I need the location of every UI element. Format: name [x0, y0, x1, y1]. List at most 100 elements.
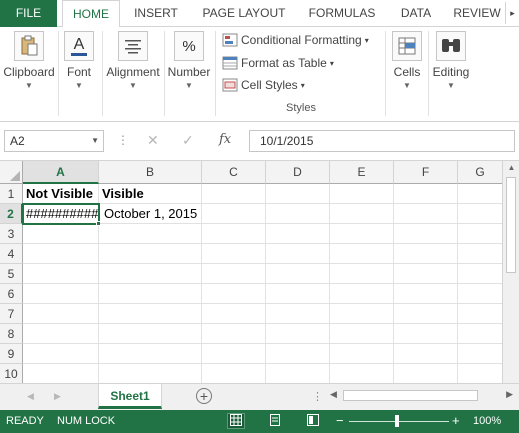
cancel-icon[interactable]: ✕ — [147, 132, 159, 149]
cell-empty[interactable] — [23, 224, 99, 244]
tab-file[interactable]: FILE — [0, 0, 57, 27]
cell-empty[interactable] — [394, 284, 458, 304]
column-header-a[interactable]: A — [23, 161, 99, 184]
cell-empty[interactable] — [394, 304, 458, 324]
tab-insert[interactable]: INSERT — [128, 0, 184, 27]
zoom-level[interactable]: 100% — [473, 415, 501, 427]
cell-empty[interactable] — [99, 284, 202, 304]
cell-a2[interactable]: ########## — [22, 203, 100, 225]
alignment-button[interactable]: Alignment ▼ — [104, 31, 162, 90]
cell-empty[interactable] — [99, 344, 202, 364]
cell-empty[interactable] — [266, 184, 330, 204]
cell-empty[interactable] — [23, 344, 99, 364]
cell-empty[interactable] — [99, 364, 202, 383]
cell-empty[interactable] — [202, 304, 266, 324]
enter-check-icon[interactable]: ✓ — [182, 132, 194, 149]
cell-empty[interactable] — [458, 224, 503, 244]
split-handle-icon[interactable]: ⋮ — [312, 390, 323, 403]
horizontal-scrollbar[interactable]: ◀ ▶ — [328, 387, 515, 405]
cell-empty[interactable] — [394, 184, 458, 204]
cell-empty[interactable] — [266, 244, 330, 264]
cell-empty[interactable] — [99, 304, 202, 324]
next-sheet-icon[interactable]: ▶ — [54, 391, 61, 402]
select-all-button[interactable] — [0, 161, 23, 184]
cell-empty[interactable] — [23, 364, 99, 383]
insert-function-icon[interactable]: fx — [219, 132, 231, 147]
cell-empty[interactable] — [458, 284, 503, 304]
tab-home[interactable]: HOME — [62, 0, 120, 28]
scroll-up-icon[interactable]: ▲ — [503, 163, 519, 172]
cells-button[interactable]: Cells ▼ — [388, 31, 426, 90]
cell-empty[interactable] — [458, 184, 503, 204]
name-box[interactable]: A2 ▼ — [4, 130, 104, 152]
column-header-g[interactable]: G — [458, 161, 503, 184]
cell-empty[interactable] — [202, 344, 266, 364]
cell-empty[interactable] — [266, 284, 330, 304]
column-header-e[interactable]: E — [330, 161, 394, 184]
conditional-formatting-button[interactable]: Conditional Formatting ▾ — [222, 30, 369, 50]
tab-data[interactable]: DATA — [392, 0, 440, 27]
cell-empty[interactable] — [394, 204, 458, 224]
number-button[interactable]: % Number ▼ — [166, 31, 212, 90]
cell-empty[interactable] — [23, 264, 99, 284]
tab-page-layout[interactable]: PAGE LAYOUT — [196, 0, 292, 27]
column-header-b[interactable]: B — [99, 161, 202, 184]
cell-empty[interactable] — [458, 324, 503, 344]
row-header-5[interactable]: 5 — [0, 264, 23, 284]
cell-empty[interactable] — [99, 324, 202, 344]
zoom-slider-thumb[interactable] — [395, 415, 399, 427]
font-button[interactable]: A Font ▼ — [60, 31, 98, 90]
cell-empty[interactable] — [458, 204, 503, 224]
cell-empty[interactable] — [99, 224, 202, 244]
cell-empty[interactable] — [394, 224, 458, 244]
previous-sheet-icon[interactable]: ◀ — [27, 391, 34, 402]
formula-input[interactable]: 10/1/2015 — [249, 130, 515, 152]
cell-empty[interactable] — [23, 304, 99, 324]
cell-empty[interactable] — [394, 244, 458, 264]
cell-empty[interactable] — [266, 204, 330, 224]
chevron-down-icon[interactable]: ▼ — [91, 131, 99, 151]
format-as-table-button[interactable]: Format as Table ▾ — [222, 53, 334, 73]
tab-formulas[interactable]: FORMULAS — [302, 0, 382, 27]
column-header-c[interactable]: C — [202, 161, 266, 184]
column-header-d[interactable]: D — [266, 161, 330, 184]
page-layout-view-icon[interactable] — [266, 413, 284, 429]
vertical-scrollbar[interactable]: ▲ — [502, 161, 519, 383]
cell-empty[interactable] — [202, 264, 266, 284]
cell-styles-button[interactable]: Cell Styles ▾ — [222, 75, 305, 95]
row-header-4[interactable]: 4 — [0, 244, 23, 264]
cell-empty[interactable] — [202, 244, 266, 264]
cell-empty[interactable] — [330, 304, 394, 324]
cell-empty[interactable] — [330, 324, 394, 344]
cell-empty[interactable] — [266, 364, 330, 383]
cell-empty[interactable] — [202, 364, 266, 383]
cell-empty[interactable] — [330, 364, 394, 383]
cell-empty[interactable] — [266, 344, 330, 364]
cell-empty[interactable] — [266, 224, 330, 244]
zoom-slider[interactable] — [349, 421, 449, 422]
scroll-left-icon[interactable]: ◀ — [330, 389, 337, 400]
horizontal-scroll-thumb[interactable] — [343, 390, 478, 401]
row-header-7[interactable]: 7 — [0, 304, 23, 324]
cell-empty[interactable] — [330, 184, 394, 204]
row-header-8[interactable]: 8 — [0, 324, 23, 344]
row-header-10[interactable]: 10 — [0, 364, 23, 383]
cell-empty[interactable] — [394, 344, 458, 364]
row-header-3[interactable]: 3 — [0, 224, 23, 244]
cell-empty[interactable] — [202, 224, 266, 244]
cell-empty[interactable] — [394, 364, 458, 383]
add-sheet-icon[interactable]: + — [196, 388, 212, 404]
normal-view-icon[interactable] — [227, 413, 245, 429]
row-header-1[interactable]: 1 — [0, 184, 23, 204]
column-header-f[interactable]: F — [394, 161, 458, 184]
cell-a1[interactable]: Not Visible — [23, 184, 99, 204]
editing-button[interactable]: Editing ▼ — [430, 31, 472, 90]
cell-empty[interactable] — [266, 264, 330, 284]
cell-empty[interactable] — [202, 204, 266, 224]
cell-empty[interactable] — [330, 204, 394, 224]
tab-scroll-right-icon[interactable]: ▸ — [505, 2, 519, 24]
cell-empty[interactable] — [202, 184, 266, 204]
cell-empty[interactable] — [202, 324, 266, 344]
clipboard-button[interactable]: Clipboard ▼ — [2, 31, 56, 90]
page-break-view-icon[interactable] — [304, 413, 322, 429]
